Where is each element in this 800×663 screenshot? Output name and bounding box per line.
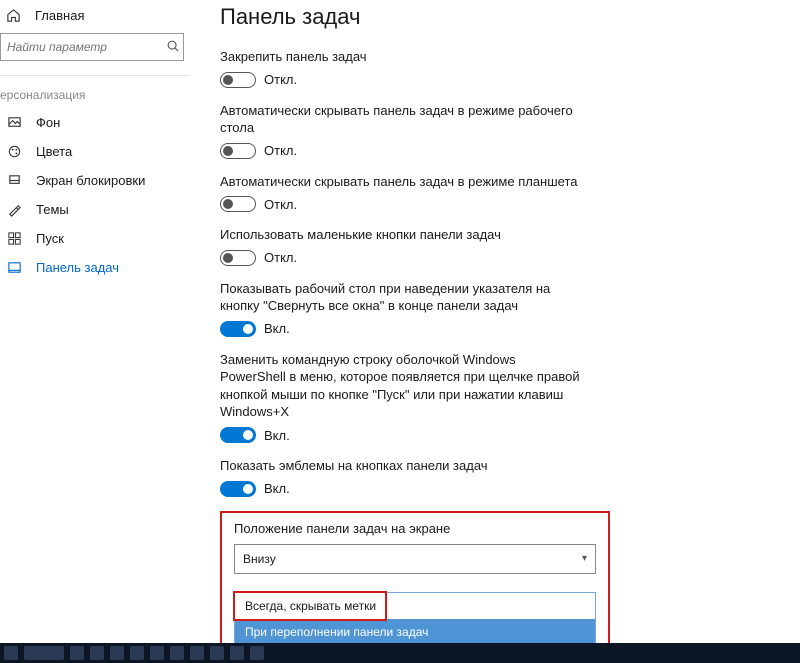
taskbar-search-icon[interactable] <box>24 646 64 660</box>
toggle-switch[interactable] <box>220 196 256 212</box>
home-nav[interactable]: Главная <box>0 0 190 33</box>
taskbar-app-icon[interactable] <box>230 646 244 660</box>
setting-row: Автоматически скрывать панель задач в ре… <box>220 102 580 159</box>
search-field[interactable] <box>5 39 166 55</box>
sidebar-item-label: Темы <box>36 202 69 217</box>
chevron-down-icon: ▾ <box>582 553 587 564</box>
sidebar-item-label: Цвета <box>36 144 72 159</box>
windows-taskbar[interactable] <box>0 643 800 663</box>
themes-icon <box>6 202 22 217</box>
toggle-state-label: Откл. <box>264 197 297 212</box>
page-title: Панель задач <box>220 4 780 30</box>
setting-label: Показывать рабочий стол при наведении ук… <box>220 280 580 315</box>
toggle-row: Откл. <box>220 143 580 159</box>
taskbar-app-icon[interactable] <box>130 646 144 660</box>
sidebar-item-taskbar[interactable]: Панель задач <box>0 253 190 282</box>
search-input[interactable] <box>0 33 184 61</box>
sidebar-item-label: Панель задач <box>36 260 119 275</box>
background-icon <box>6 115 22 130</box>
taskbar-start-icon[interactable] <box>4 646 18 660</box>
toggle-switch[interactable] <box>220 481 256 497</box>
taskbar-app-icon[interactable] <box>250 646 264 660</box>
setting-row: Заменить командную строку оболочкой Wind… <box>220 351 580 443</box>
sidebar: Главная ерсонализация Фон Цвета <box>0 0 190 643</box>
setting-row: Использовать маленькие кнопки панели зад… <box>220 226 580 266</box>
highlight-position-section: Положение панели задач на экране Внизу ▾… <box>220 511 610 643</box>
setting-label: Использовать маленькие кнопки панели зад… <box>220 226 580 244</box>
taskbar-app-icon[interactable] <box>170 646 184 660</box>
setting-row: Показывать рабочий стол при наведении ук… <box>220 280 580 337</box>
toggle-state-label: Откл. <box>264 250 297 265</box>
taskbar-app-icon[interactable] <box>90 646 104 660</box>
toggle-switch[interactable] <box>220 250 256 266</box>
position-select[interactable]: Внизу ▾ <box>234 544 596 574</box>
toggle-switch[interactable] <box>220 427 256 443</box>
setting-label: Показать эмблемы на кнопках панели задач <box>220 457 580 475</box>
toggle-state-label: Откл. <box>264 72 297 87</box>
sidebar-section-label: ерсонализация <box>0 84 190 108</box>
colors-icon <box>6 144 22 159</box>
sidebar-item-label: Пуск <box>36 231 64 246</box>
setting-label: Автоматически скрывать панель задач в ре… <box>220 102 580 137</box>
taskbar-app-icon[interactable] <box>150 646 164 660</box>
combine-select-open[interactable]: Всегда, скрывать метки При переполнении … <box>234 592 596 643</box>
toggle-row: Вкл. <box>220 321 580 337</box>
toggle-row: Откл. <box>220 196 580 212</box>
taskbar-icon <box>6 260 22 275</box>
setting-row: Закрепить панель задач Откл. <box>220 48 580 88</box>
sidebar-item-start[interactable]: Пуск <box>0 224 190 253</box>
sidebar-item-label: Экран блокировки <box>36 173 145 188</box>
toggle-row: Откл. <box>220 72 580 88</box>
sidebar-item-themes[interactable]: Темы <box>0 195 190 224</box>
setting-label: Автоматически скрывать панель задач в ре… <box>220 173 580 191</box>
taskbar-app-icon[interactable] <box>70 646 84 660</box>
taskbar-app-icon[interactable] <box>210 646 224 660</box>
combine-option-0[interactable]: Всегда, скрывать метки <box>235 593 595 619</box>
start-icon <box>6 231 22 246</box>
combine-option-1[interactable]: При переполнении панели задач <box>235 619 595 643</box>
toggle-state-label: Вкл. <box>264 321 290 336</box>
setting-label: Заменить командную строку оболочкой Wind… <box>220 351 580 421</box>
toggle-switch[interactable] <box>220 143 256 159</box>
toggle-switch[interactable] <box>220 321 256 337</box>
setting-row: Показать эмблемы на кнопках панели задач… <box>220 457 580 497</box>
sidebar-item-lockscreen[interactable]: Экран блокировки <box>0 166 190 195</box>
sidebar-item-background[interactable]: Фон <box>0 108 190 137</box>
sidebar-item-colors[interactable]: Цвета <box>0 137 190 166</box>
home-label: Главная <box>35 8 84 23</box>
search-icon <box>166 39 180 56</box>
toggle-state-label: Вкл. <box>264 481 290 496</box>
taskbar-app-icon[interactable] <box>190 646 204 660</box>
sidebar-item-label: Фон <box>36 115 60 130</box>
toggle-row: Вкл. <box>220 481 580 497</box>
setting-label: Закрепить панель задач <box>220 48 580 66</box>
home-icon <box>6 8 21 23</box>
toggle-state-label: Откл. <box>264 143 297 158</box>
taskbar-app-icon[interactable] <box>110 646 124 660</box>
position-value: Внизу <box>243 552 276 566</box>
toggle-switch[interactable] <box>220 72 256 88</box>
toggle-row: Вкл. <box>220 427 580 443</box>
position-label: Положение панели задач на экране <box>234 521 596 536</box>
main-content: Панель задач Закрепить панель задач Откл.… <box>190 0 800 643</box>
toggle-state-label: Вкл. <box>264 428 290 443</box>
setting-row: Автоматически скрывать панель задач в ре… <box>220 173 580 213</box>
lockscreen-icon <box>6 173 22 188</box>
toggle-row: Откл. <box>220 250 580 266</box>
